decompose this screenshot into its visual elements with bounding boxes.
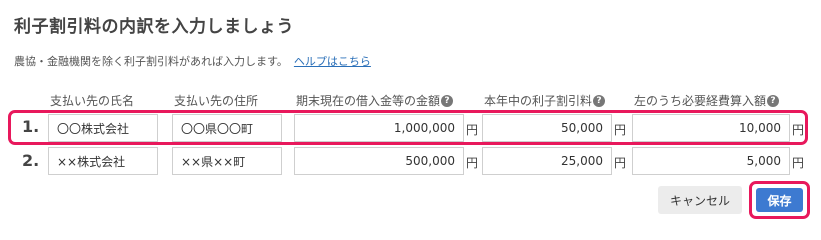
column-header-name: 支払い先の氏名 [50,94,135,108]
column-header-necessary: 左のうち必要経費算入額? [634,92,780,109]
unit-label: 円 [466,156,479,170]
help-icon[interactable]: ? [441,94,454,107]
column-header-balance: 期末現在の借入金等の金額? [296,92,454,109]
unit-label: 円 [466,123,479,137]
help-icon[interactable]: ? [593,94,606,107]
unit-label: 円 [614,156,627,170]
payee-name-input[interactable]: ××株式会社 [48,147,158,175]
interest-input[interactable]: 25,000 [482,147,612,175]
save-highlight-annotation: 保存 [749,181,810,219]
necessary-expense-input[interactable]: 10,000 [632,114,790,142]
unit-label: 円 [614,123,627,137]
row-number: 1. [22,117,40,136]
payee-address-input[interactable]: 〇〇県〇〇町 [172,114,282,142]
necessary-expense-input[interactable]: 5,000 [632,147,790,175]
unit-label: 円 [792,123,805,137]
help-link[interactable]: ヘルプはこちら [294,55,371,68]
cancel-button[interactable]: キャンセル [658,186,742,214]
save-button[interactable]: 保存 [756,188,803,212]
balance-input[interactable]: 500,000 [294,147,464,175]
description: 農協・金融機関を除く利子割引料があれば入力します。 ヘルプはこちら [14,53,371,69]
interest-input[interactable]: 50,000 [482,114,612,142]
help-icon[interactable]: ? [767,94,780,107]
page-title: 利子割引料の内訳を入力しましょう [14,17,294,37]
unit-label: 円 [792,156,805,170]
balance-input[interactable]: 1,000,000 [294,114,464,142]
column-header-address: 支払い先の住所 [174,94,259,108]
row-number: 2. [22,151,40,170]
column-header-interest: 本年中の利子割引料? [484,92,606,109]
payee-address-input[interactable]: ××県××町 [172,147,282,175]
description-text: 農協・金融機関を除く利子割引料があれば入力します。 [14,55,288,68]
payee-name-input[interactable]: 〇〇株式会社 [48,114,158,142]
